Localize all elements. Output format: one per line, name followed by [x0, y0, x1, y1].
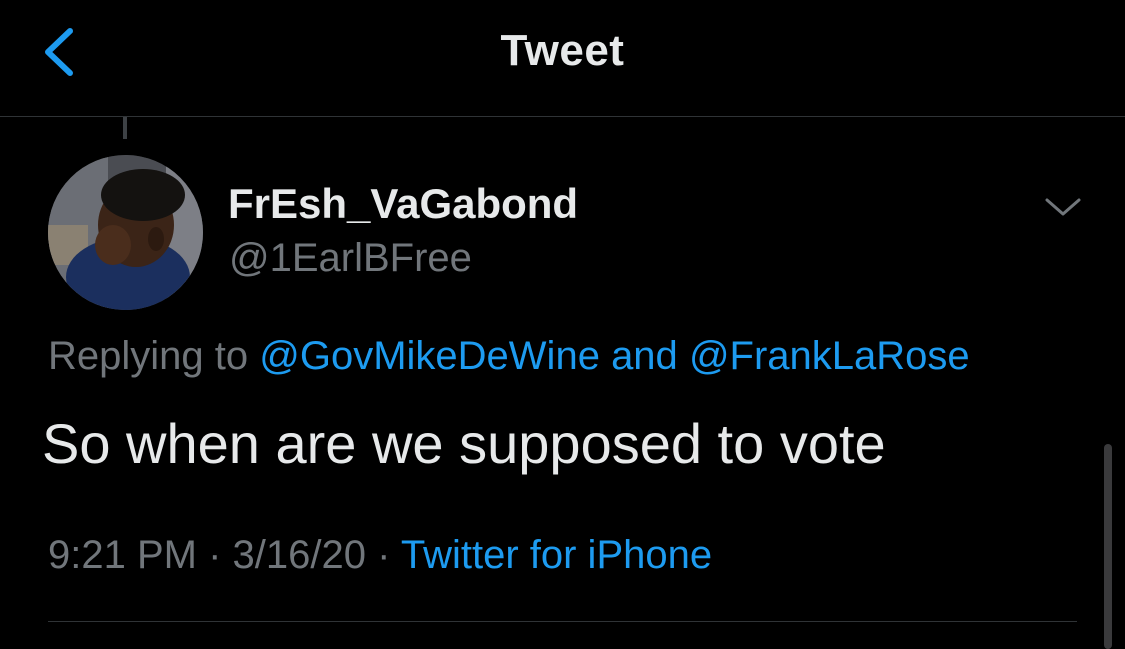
avatar[interactable] — [48, 155, 203, 310]
mention-link[interactable]: @GovMikeDeWine — [259, 334, 600, 378]
page-title: Tweet — [500, 26, 625, 75]
user-handle[interactable]: @1EarlBFree — [229, 236, 472, 281]
replying-to-line: Replying to @GovMikeDeWine and @FrankLaR… — [48, 334, 970, 379]
nav-header: Tweet — [0, 0, 1125, 117]
tweet-metadata: 9:21 PM · 3/16/20 · Twitter for iPhone — [48, 533, 712, 578]
avatar-photo — [48, 155, 203, 310]
replying-to-label: Replying to — [48, 334, 249, 378]
mention-link[interactable]: @FrankLaRose — [689, 334, 970, 378]
tweet-source-link[interactable]: Twitter for iPhone — [401, 533, 712, 577]
meta-separator: · — [208, 533, 222, 577]
chevron-down-icon — [1045, 198, 1081, 216]
tweet-menu-button[interactable] — [1043, 192, 1083, 222]
display-name[interactable]: FrEsh_VaGabond — [228, 180, 578, 228]
tweet-date: 3/16/20 — [232, 533, 367, 577]
reply-joiner[interactable]: and — [611, 334, 678, 378]
tweet-time: 9:21 PM — [48, 533, 197, 577]
divider — [48, 621, 1077, 622]
scrollbar[interactable] — [1104, 444, 1112, 649]
meta-separator: · — [377, 533, 391, 577]
thread-connector-line — [123, 117, 127, 139]
tweet-text: So when are we supposed to vote — [42, 412, 886, 475]
